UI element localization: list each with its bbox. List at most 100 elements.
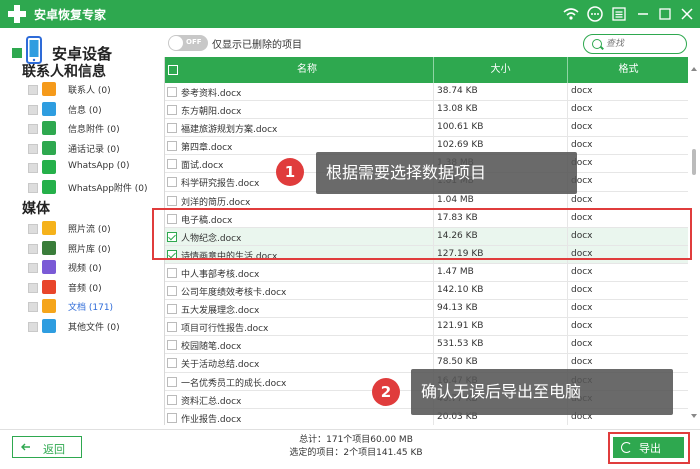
attachment-icon xyxy=(42,121,56,135)
table-row[interactable]: 福建旅游规划方案.docx 100.61 KB docx xyxy=(165,119,688,138)
menu-icon[interactable] xyxy=(610,5,628,23)
toggle-state-label: OFF xyxy=(186,38,202,46)
maximize-icon[interactable] xyxy=(656,5,674,23)
table-header: 名称 大小 格式 xyxy=(165,57,688,83)
scroll-down-icon[interactable] xyxy=(691,414,697,418)
row-checkbox[interactable] xyxy=(167,376,177,387)
sidebar-item-label: 照片流 (0) xyxy=(68,225,111,235)
sidebar-item-photostream[interactable]: 照片流 (0) xyxy=(28,221,163,237)
sidebar-item-checkbox[interactable] xyxy=(28,321,38,332)
messages-icon xyxy=(42,101,56,116)
sidebar-item-contacts[interactable]: 联系人 (0) xyxy=(28,82,163,98)
select-all-checkbox[interactable] xyxy=(168,65,178,75)
row-checkbox[interactable] xyxy=(167,286,177,297)
close-icon[interactable] xyxy=(678,5,696,23)
sidebar-item-checkbox[interactable] xyxy=(28,85,38,95)
row-checkbox[interactable] xyxy=(167,322,177,333)
sidebar-item-checkbox[interactable] xyxy=(28,163,38,173)
table-row[interactable]: 东方朝阳.docx 13.08 KB docx xyxy=(165,101,688,120)
scroll-up-icon[interactable] xyxy=(691,67,697,71)
video-icon xyxy=(42,260,56,274)
step2-callout: 确认无误后导出至电脑 xyxy=(411,369,673,415)
sidebar-item-checkbox[interactable] xyxy=(28,143,38,154)
sidebar-item-checkbox[interactable] xyxy=(28,263,38,273)
whatsapp-icon xyxy=(42,160,56,174)
row-checkbox[interactable] xyxy=(167,195,177,206)
whatsapp-attachment-icon xyxy=(42,179,56,194)
sidebar-item-label: WhatsApp (0) xyxy=(68,161,130,171)
file-size: 38.74 KB xyxy=(437,86,478,96)
sidebar-item-label: 信息附件 (0) xyxy=(68,125,120,135)
selection-highlight xyxy=(152,208,692,260)
row-checkbox[interactable] xyxy=(167,267,177,278)
selection-summary: 总计：171个项目60.00 MB 选定的项目：2个项目141.45 KB xyxy=(276,434,436,460)
sidebar-item-whatsapp[interactable]: WhatsApp (0) xyxy=(28,160,163,176)
table-row[interactable]: 项目可行性报告.docx 121.91 KB docx xyxy=(165,318,688,337)
file-format: docx xyxy=(571,266,593,277)
file-size: 13.08 KB xyxy=(437,104,478,115)
sidebar-item-other-files[interactable]: 其他文件 (0) xyxy=(28,318,163,335)
sidebar-item-audio[interactable]: 音频 (0) xyxy=(28,279,163,296)
row-checkbox[interactable] xyxy=(167,105,177,116)
sidebar-item-attachment[interactable]: 信息附件 (0) xyxy=(28,121,163,137)
file-format: docx xyxy=(571,321,593,332)
export-icon xyxy=(621,442,632,453)
sidebar-item-checkbox[interactable] xyxy=(28,302,38,312)
wifi-icon[interactable] xyxy=(562,5,580,23)
export-button[interactable]: 导出 xyxy=(613,437,684,458)
minimize-icon[interactable] xyxy=(634,5,652,23)
row-checkbox[interactable] xyxy=(167,340,177,351)
export-highlight: 导出 xyxy=(608,432,690,464)
table-row[interactable]: 刘洋的简历.docx 1.04 MB docx xyxy=(165,191,688,210)
sidebar-item-document[interactable]: 文档 (171) xyxy=(28,299,163,315)
column-header-name[interactable]: 名称 xyxy=(181,57,433,83)
section-media: 媒体 xyxy=(22,201,50,217)
scroll-thumb[interactable] xyxy=(692,149,696,175)
sidebar-item-video[interactable]: 视频 (0) xyxy=(28,260,163,276)
row-checkbox[interactable] xyxy=(167,141,177,152)
sidebar-item-label: 信息 (0) xyxy=(68,105,102,116)
step1-callout: 根据需要选择数据项目 xyxy=(316,152,577,194)
sidebar-item-messages[interactable]: 信息 (0) xyxy=(28,101,163,118)
sidebar-item-photo-library[interactable]: 照片库 (0) xyxy=(28,240,163,257)
search-box[interactable] xyxy=(583,34,687,54)
table-row[interactable]: 五大发展理念.docx 94.13 KB docx xyxy=(165,300,688,319)
row-checkbox[interactable] xyxy=(167,159,177,170)
table-row[interactable]: 中人事部考核.docx 1.47 MB docx xyxy=(165,263,688,283)
row-checkbox[interactable] xyxy=(167,358,177,369)
row-checkbox[interactable] xyxy=(167,177,177,188)
sidebar-item-call-log[interactable]: 通话记录 (0) xyxy=(28,140,163,157)
table-row[interactable]: 参考资料.docx 38.74 KB docx xyxy=(165,83,688,102)
document-icon xyxy=(42,299,56,313)
sidebar-item-checkbox[interactable] xyxy=(28,282,38,293)
row-checkbox[interactable] xyxy=(167,87,177,97)
sidebar-item-checkbox[interactable] xyxy=(28,104,38,115)
search-icon xyxy=(592,39,602,49)
sidebar-item-checkbox[interactable] xyxy=(28,124,38,134)
file-size: 121.91 KB xyxy=(437,321,484,332)
sidebar-item-whatsapp-attachment[interactable]: WhatsApp附件 (0) xyxy=(28,179,163,196)
deleted-only-toggle[interactable]: OFF xyxy=(168,35,208,51)
table-row[interactable]: 公司年度绩效考核卡.docx 142.10 KB docx xyxy=(165,282,688,301)
file-name: 项目可行性报告.docx xyxy=(181,324,269,335)
photo-library-icon xyxy=(42,240,56,255)
column-header-size[interactable]: 大小 xyxy=(434,57,567,83)
row-checkbox[interactable] xyxy=(167,123,177,134)
device-checkbox[interactable] xyxy=(12,48,22,58)
search-input[interactable] xyxy=(606,37,682,51)
row-checkbox[interactable] xyxy=(167,304,177,315)
feedback-icon[interactable] xyxy=(586,5,604,23)
row-checkbox[interactable] xyxy=(167,412,177,423)
sidebar-item-checkbox[interactable] xyxy=(28,182,38,193)
selected-summary: 选定的项目：2个项目141.45 KB xyxy=(289,448,423,458)
table-row[interactable]: 校园随笔.docx 531.53 KB docx xyxy=(165,336,688,355)
sidebar-item-checkbox[interactable] xyxy=(28,224,38,234)
sidebar-item-label: 文档 (171) xyxy=(68,303,114,313)
sidebar-item-checkbox[interactable] xyxy=(28,243,38,254)
row-checkbox[interactable] xyxy=(167,394,177,405)
column-header-format[interactable]: 格式 xyxy=(568,57,688,83)
file-format: docx xyxy=(571,86,593,96)
file-name: 科学研究报告.docx xyxy=(181,179,260,190)
sidebar-item-label: 联系人 (0) xyxy=(68,86,111,96)
back-button[interactable]: 返回 xyxy=(12,436,82,458)
